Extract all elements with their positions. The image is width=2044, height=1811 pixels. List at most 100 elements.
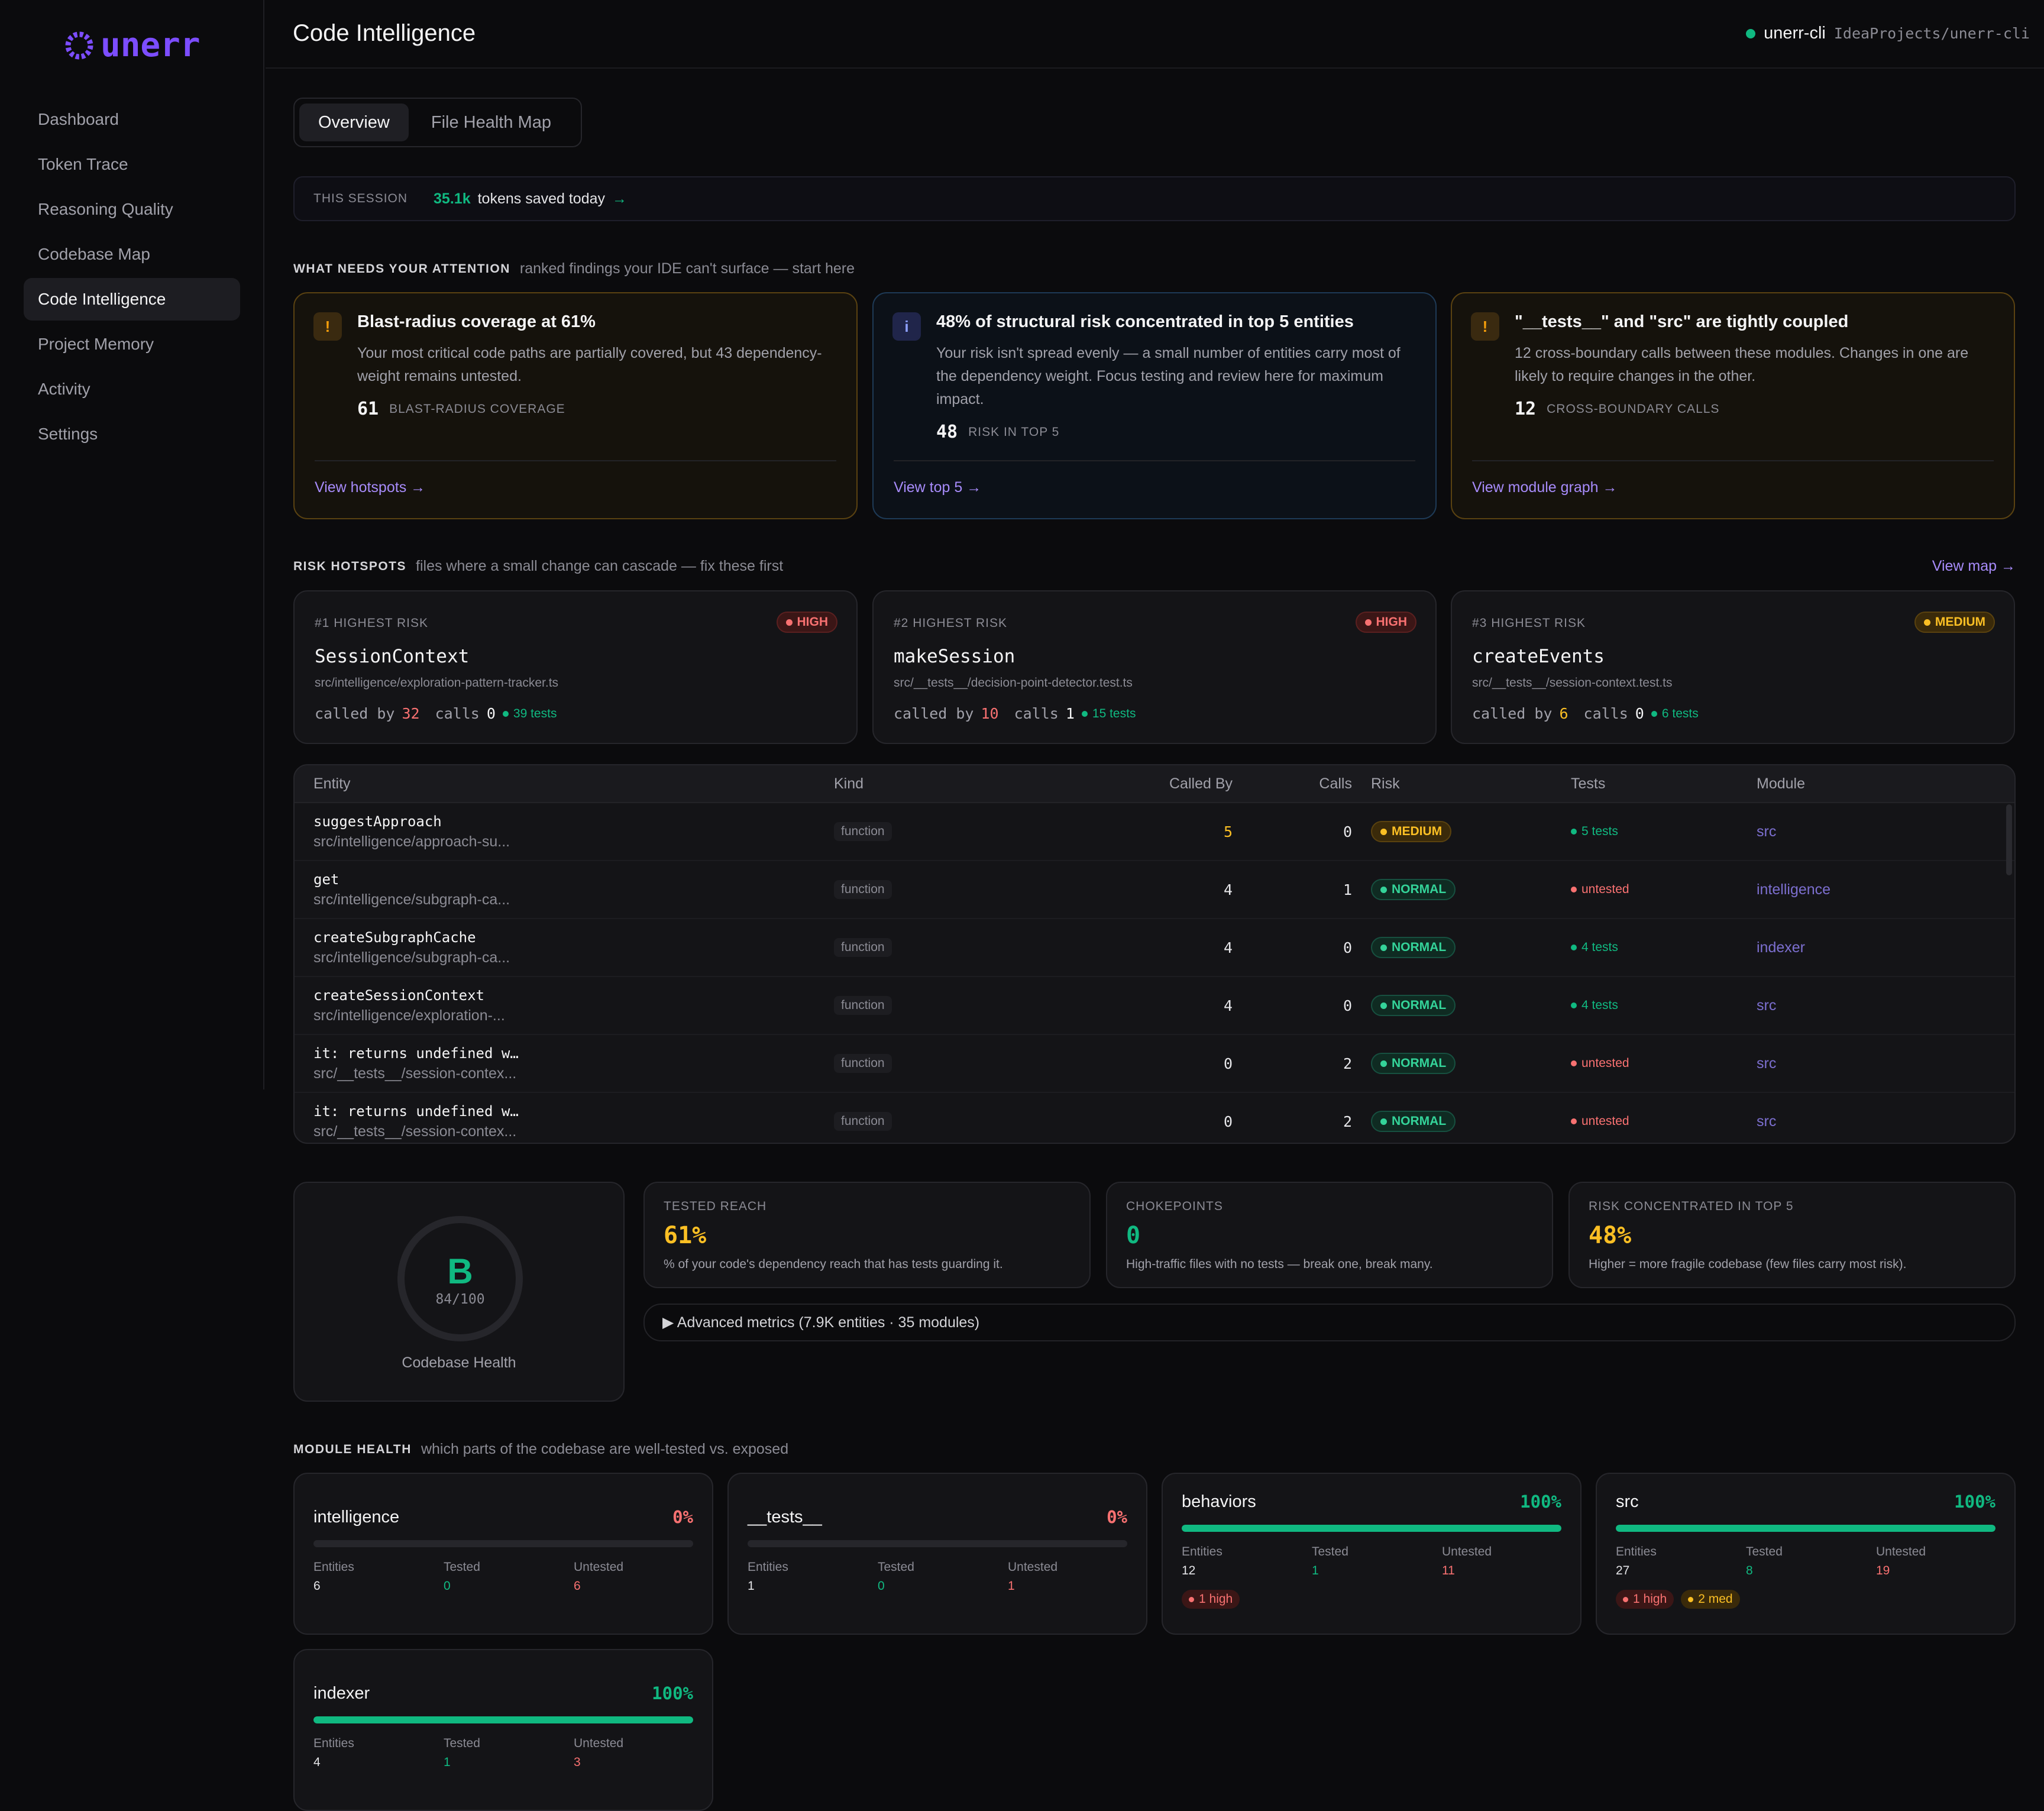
risk-chip: 1 high: [1182, 1590, 1240, 1609]
risk-badge: NORMAL: [1371, 879, 1456, 900]
module-link[interactable]: src: [1757, 1113, 1776, 1130]
col-kind[interactable]: Kind: [834, 775, 1118, 793]
module-link[interactable]: src: [1757, 997, 1776, 1014]
calls-value: 1: [1065, 705, 1075, 722]
brand-logo[interactable]: unerr: [63, 26, 200, 64]
attention-title: Blast-radius coverage at 61%: [357, 312, 596, 331]
tests-label: 15 tests: [1092, 706, 1136, 720]
table-row[interactable]: suggestApproach src/intelligence/approach…: [295, 803, 2014, 861]
view-module-graph-link[interactable]: View module graph →: [1472, 479, 1618, 496]
hotspot-file-path: src/__tests__/session-context.test.ts: [1472, 676, 1673, 690]
col-tests[interactable]: Tests: [1571, 775, 1757, 793]
stat-value: 4: [313, 1755, 321, 1769]
module-link[interactable]: intelligence: [1757, 881, 1830, 898]
health-ring: B 84/100: [397, 1216, 523, 1341]
stat-label: Untested: [1442, 1545, 1492, 1558]
hotspot-file-path: src/intelligence/exploration-pattern-tra…: [315, 676, 559, 690]
attention-metric: 12 CROSS-BOUNDARY CALLS: [1515, 399, 1719, 419]
table-scrollbar[interactable]: [2006, 804, 2012, 875]
sidebar-item-code-intelligence[interactable]: Code Intelligence: [24, 278, 240, 321]
risk-chip: 1 high: [1616, 1590, 1674, 1609]
metric-key: RISK CONCENTRATED IN TOP 5: [1589, 1199, 1794, 1213]
tests-label: 5 tests: [1581, 824, 1618, 838]
view-tabs: Overview File Health Map: [293, 98, 582, 147]
tests-status: 4 tests: [1571, 940, 1618, 955]
hotspot-card[interactable]: #1 HIGHEST RISK HIGH SessionContext src/…: [293, 590, 858, 744]
tab-overview[interactable]: Overview: [299, 104, 409, 141]
sidebar-item-token-trace[interactable]: Token Trace: [24, 143, 240, 186]
health-grade: B: [447, 1251, 473, 1291]
module-link[interactable]: indexer: [1757, 939, 1805, 956]
sidebar-item-project-memory[interactable]: Project Memory: [24, 323, 240, 366]
hotspot-stats: called by 10 calls 1 15 tests: [894, 705, 1136, 722]
attention-desc: 12 cross-boundary calls between these mo…: [1515, 345, 1969, 384]
stat-value: 3: [574, 1755, 581, 1769]
tests-status: 5 tests: [1571, 824, 1618, 839]
called-by-label: called by: [315, 705, 395, 722]
page-title: Code Intelligence: [293, 20, 476, 46]
table-row[interactable]: createSubgraphCache src/intelligence/subg…: [295, 919, 2014, 977]
col-module[interactable]: Module: [1757, 775, 2014, 793]
view-map-link[interactable]: View map →: [1932, 558, 2016, 575]
table-row[interactable]: it: returns undefined w… src/__tests__/se…: [295, 1035, 2014, 1093]
module-card-indexer[interactable]: indexer 100% Entities 4 Tested 1 Untested 3: [293, 1649, 713, 1811]
kind-badge: function: [834, 880, 892, 899]
table-row[interactable]: get src/intelligence/subgraph-ca... functi…: [295, 861, 2014, 919]
module-card-src[interactable]: src 100% Entities 27 Tested 8 Untested 19 1 high…: [1596, 1473, 2016, 1635]
hotspot-card[interactable]: #3 HIGHEST RISK MEDIUM createEvents src/…: [1451, 590, 2015, 744]
kind-badge: function: [834, 1054, 892, 1073]
view-hotspots-link[interactable]: View hotspots →: [315, 479, 425, 496]
module-card-tests[interactable]: __tests__ 0% Entities 1 Tested 0 Untested 1: [727, 1473, 1147, 1635]
table-row[interactable]: createSessionContext src/intelligence/exp…: [295, 977, 2014, 1035]
stat-value: 1: [1312, 1564, 1319, 1577]
module-link[interactable]: src: [1757, 1055, 1776, 1072]
module-progress-bar: [748, 1540, 1127, 1547]
col-calls[interactable]: Calls: [1233, 775, 1352, 793]
tests-count: 6 tests: [1651, 707, 1699, 721]
stat-label: Tested: [1312, 1545, 1348, 1558]
col-risk[interactable]: Risk: [1352, 775, 1571, 793]
module-link[interactable]: src: [1757, 823, 1776, 840]
module-percent: 0%: [672, 1507, 693, 1527]
sidebar-item-reasoning-quality[interactable]: Reasoning Quality: [24, 188, 240, 231]
called-by-cell: 0: [1223, 1113, 1233, 1130]
stat-label: Untested: [1876, 1545, 1926, 1558]
col-called-by[interactable]: Called By: [1118, 775, 1233, 793]
divider: [1472, 460, 1994, 461]
arrow-right-icon[interactable]: →: [612, 190, 627, 208]
sidebar-item-settings[interactable]: Settings: [24, 413, 240, 455]
risk-cell: NORMAL: [1352, 995, 1571, 1016]
module-card-intelligence[interactable]: intelligence 0% Entities 6 Tested 0 Untested 6: [293, 1473, 713, 1635]
sidebar-item-activity[interactable]: Activity: [24, 368, 240, 410]
calls-label: calls: [1014, 705, 1059, 722]
col-entity[interactable]: Entity: [295, 775, 834, 793]
hotspot-card[interactable]: #2 HIGHEST RISK HIGH makeSession src/__t…: [872, 590, 1437, 744]
attention-metric: 48 RISK IN TOP 5: [936, 422, 1059, 442]
table-row[interactable]: it: returns undefined w… src/__tests__/se…: [295, 1093, 2014, 1143]
table-header: Entity Kind Called By Calls Risk Tests M…: [295, 765, 2014, 803]
metric-chokepoints: CHOKEPOINTS 0 High-traffic files with no…: [1106, 1182, 1553, 1288]
hotspot-entity-name: createEvents: [1472, 646, 1605, 667]
attention-card-blast-radius: ! Blast-radius coverage at 61% Your most…: [293, 292, 858, 519]
risk-badge-label: NORMAL: [1392, 940, 1447, 954]
table-body: suggestApproach src/intelligence/approach…: [295, 803, 2014, 1143]
dot-icon: [502, 710, 509, 717]
module-card-behaviors[interactable]: behaviors 100% Entities 12 Tested 1 Untested 11…: [1162, 1473, 1581, 1635]
sidebar-item-dashboard[interactable]: Dashboard: [24, 98, 240, 141]
tab-file-health-map[interactable]: File Health Map: [412, 104, 570, 141]
metric-value: 48%: [1589, 1222, 1632, 1249]
risk-cell: MEDIUM: [1352, 821, 1571, 842]
kind-cell: function: [834, 880, 1118, 899]
risk-chip-label: 1 high: [1199, 1592, 1233, 1606]
sidebar-item-codebase-map[interactable]: Codebase Map: [24, 233, 240, 276]
module-progress-bar: [1616, 1525, 1996, 1532]
called-by-cell: 4: [1223, 939, 1233, 956]
entity-name: it: returns undefined w…: [313, 1102, 519, 1120]
view-top5-link[interactable]: View top 5 →: [894, 479, 981, 496]
metric-risk-concentrated: RISK CONCENTRATED IN TOP 5 48% Higher = …: [1568, 1182, 2016, 1288]
advanced-metrics-toggle[interactable]: ▶ Advanced metrics (7.9K entities · 35 m…: [643, 1304, 2016, 1341]
stat-value: 6: [313, 1579, 321, 1593]
risk-badge-label: MEDIUM: [1935, 615, 1985, 629]
module-health-header: MODULE HEALTH which parts of the codebas…: [293, 1441, 788, 1458]
stat-label: Entities: [748, 1560, 788, 1574]
